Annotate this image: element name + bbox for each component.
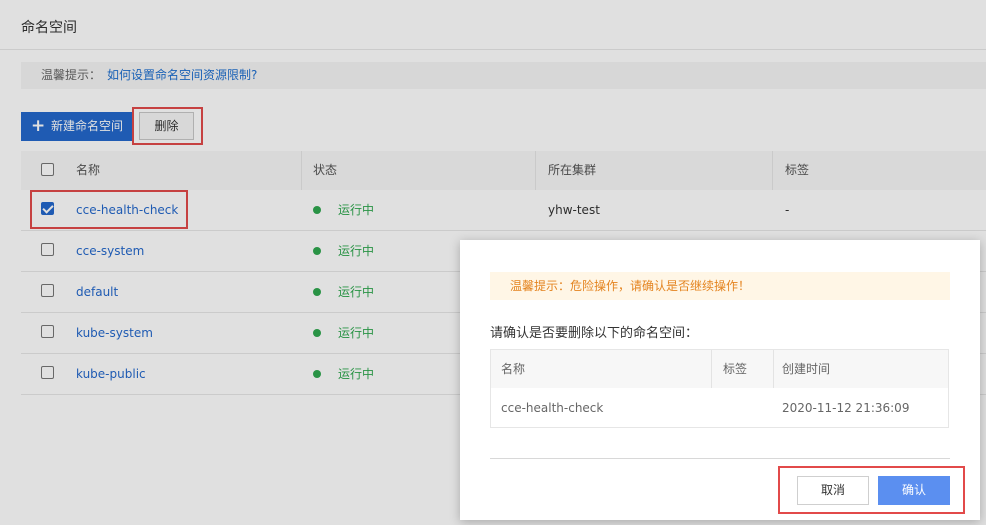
column-divider: [711, 350, 712, 388]
delete-confirm-dialog: 温馨提示：危险操作，请确认是否继续操作！ 请确认是否要删除以下的命名空间： 名称…: [460, 240, 980, 520]
dialog-column-created: 创建时间: [782, 362, 831, 376]
column-divider: [773, 350, 774, 388]
dialog-buttons-highlight: [778, 466, 965, 514]
danger-warning: 温馨提示：危险操作，请确认是否继续操作！: [490, 272, 950, 300]
dialog-table-header: 名称 标签 创建时间: [491, 350, 948, 388]
dialog-table: 名称 标签 创建时间 cce-health-check 2020-11-12 2…: [490, 349, 949, 428]
dialog-divider: [490, 458, 950, 459]
dialog-table-row: cce-health-check 2020-11-12 21:36:09: [491, 389, 948, 427]
dialog-namespace-created: 2020-11-12 21:36:09: [782, 401, 910, 415]
dialog-column-tags: 标签: [723, 362, 748, 376]
dialog-column-name: 名称: [501, 362, 526, 376]
confirm-question: 请确认是否要删除以下的命名空间：: [490, 326, 699, 341]
dialog-namespace-name: cce-health-check: [501, 401, 604, 415]
danger-warning-text: 温馨提示：危险操作，请确认是否继续操作！: [510, 279, 751, 293]
